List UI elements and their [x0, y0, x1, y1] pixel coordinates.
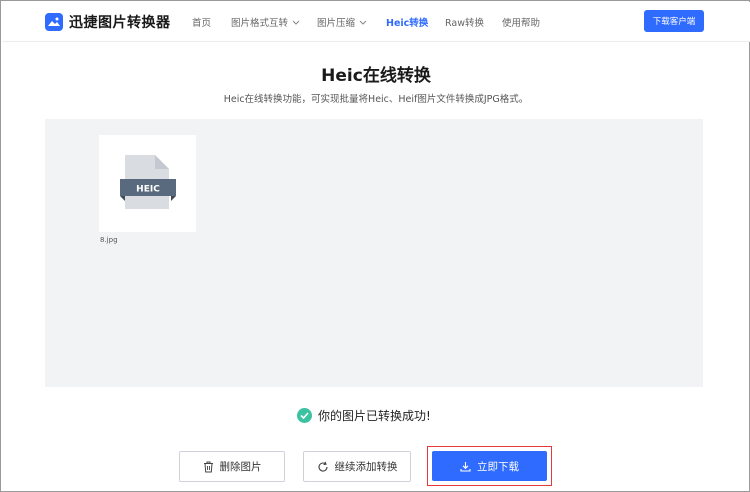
delete-image-label: 删除图片 — [219, 461, 262, 473]
nav-format-convert-label: 图片格式互转 — [231, 18, 289, 29]
download-now-button[interactable]: 立即下载 — [432, 451, 547, 481]
nav-compress-label: 图片压缩 — [317, 18, 356, 29]
trash-icon — [203, 461, 214, 473]
download-client-button[interactable]: 下载客户端 — [644, 10, 704, 32]
delete-image-button[interactable]: 删除图片 — [179, 451, 285, 482]
page-title: Heic在线转换 — [321, 66, 431, 86]
nav-help-label: 使用帮助 — [502, 18, 541, 29]
chevron-down-icon — [292, 20, 300, 25]
file-thumbnail[interactable]: HEIC — [99, 135, 196, 232]
download-now-label: 立即下载 — [477, 460, 519, 473]
chevron-down-icon — [359, 20, 367, 25]
file-name: 8.jpg — [100, 236, 118, 244]
nav-raw-convert[interactable]: Raw转换 — [445, 15, 484, 29]
check-circle-icon — [297, 408, 312, 423]
download-icon — [460, 461, 471, 472]
nav-home-label: 首页 — [192, 18, 212, 29]
nav-help[interactable]: 使用帮助 — [502, 15, 540, 29]
nav-format-convert[interactable]: 图片格式互转 — [231, 15, 300, 29]
continue-add-button[interactable]: 继续添加转换 — [303, 451, 411, 482]
nav-heic-convert[interactable]: Heic转换 — [386, 15, 428, 29]
success-status: 你的图片已转换成功! — [297, 407, 431, 424]
app-window: 迅捷图片转换器 首页 图片格式互转 图片压缩 Heic转换 Raw转换 使用帮助… — [0, 0, 750, 492]
heic-file-icon: HEIC — [120, 155, 176, 209]
nav-compress[interactable]: 图片压缩 — [317, 15, 367, 29]
file-type-badge: HEIC — [136, 185, 160, 195]
nav-raw-convert-label: Raw转换 — [445, 18, 484, 29]
continue-add-label: 继续添加转换 — [334, 461, 398, 473]
download-highlight: 立即下载 — [427, 446, 552, 486]
success-message: 你的图片已转换成功! — [318, 409, 431, 423]
nav-heic-convert-label: Heic转换 — [386, 18, 429, 29]
main-nav: 首页 图片格式互转 图片压缩 Heic转换 Raw转换 使用帮助 — [2, 15, 750, 31]
nav-home[interactable]: 首页 — [192, 15, 211, 29]
top-header: 迅捷图片转换器 首页 图片格式互转 图片压缩 Heic转换 Raw转换 使用帮助… — [2, 2, 750, 42]
page-subtitle: Heic在线转换功能，可实现批量将Heic、Heif图片文件转换成JPG格式。 — [223, 94, 529, 105]
refresh-icon — [317, 461, 329, 473]
upload-area[interactable]: HEIC 8.jpg — [45, 119, 703, 387]
